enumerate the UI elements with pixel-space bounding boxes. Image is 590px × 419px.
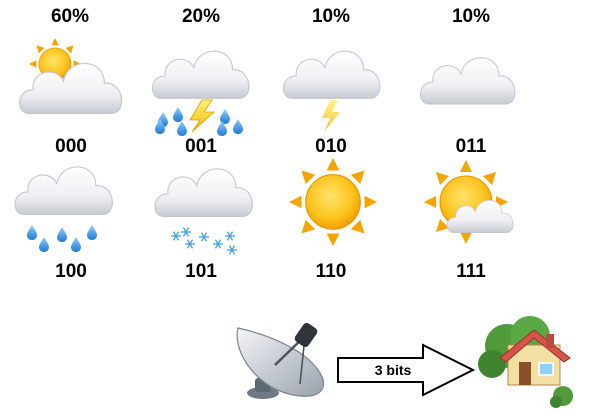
sun-behind-small-cloud-icon [423,159,514,245]
cloud-icon [419,57,516,105]
arrow-label: 3 bits [374,362,412,378]
cloud-snow-icon [154,168,253,255]
sun-behind-cloud-icon [19,37,123,114]
cloud-rain-icon [14,166,113,252]
sun-icon [288,157,378,247]
cloud-lightning-icon [282,50,381,132]
satellite-dish-icon [236,322,324,399]
diagram-canvas [14,37,573,408]
cloud-lightning-rain-icon [151,50,250,136]
house-with-garden-icon [478,316,573,408]
